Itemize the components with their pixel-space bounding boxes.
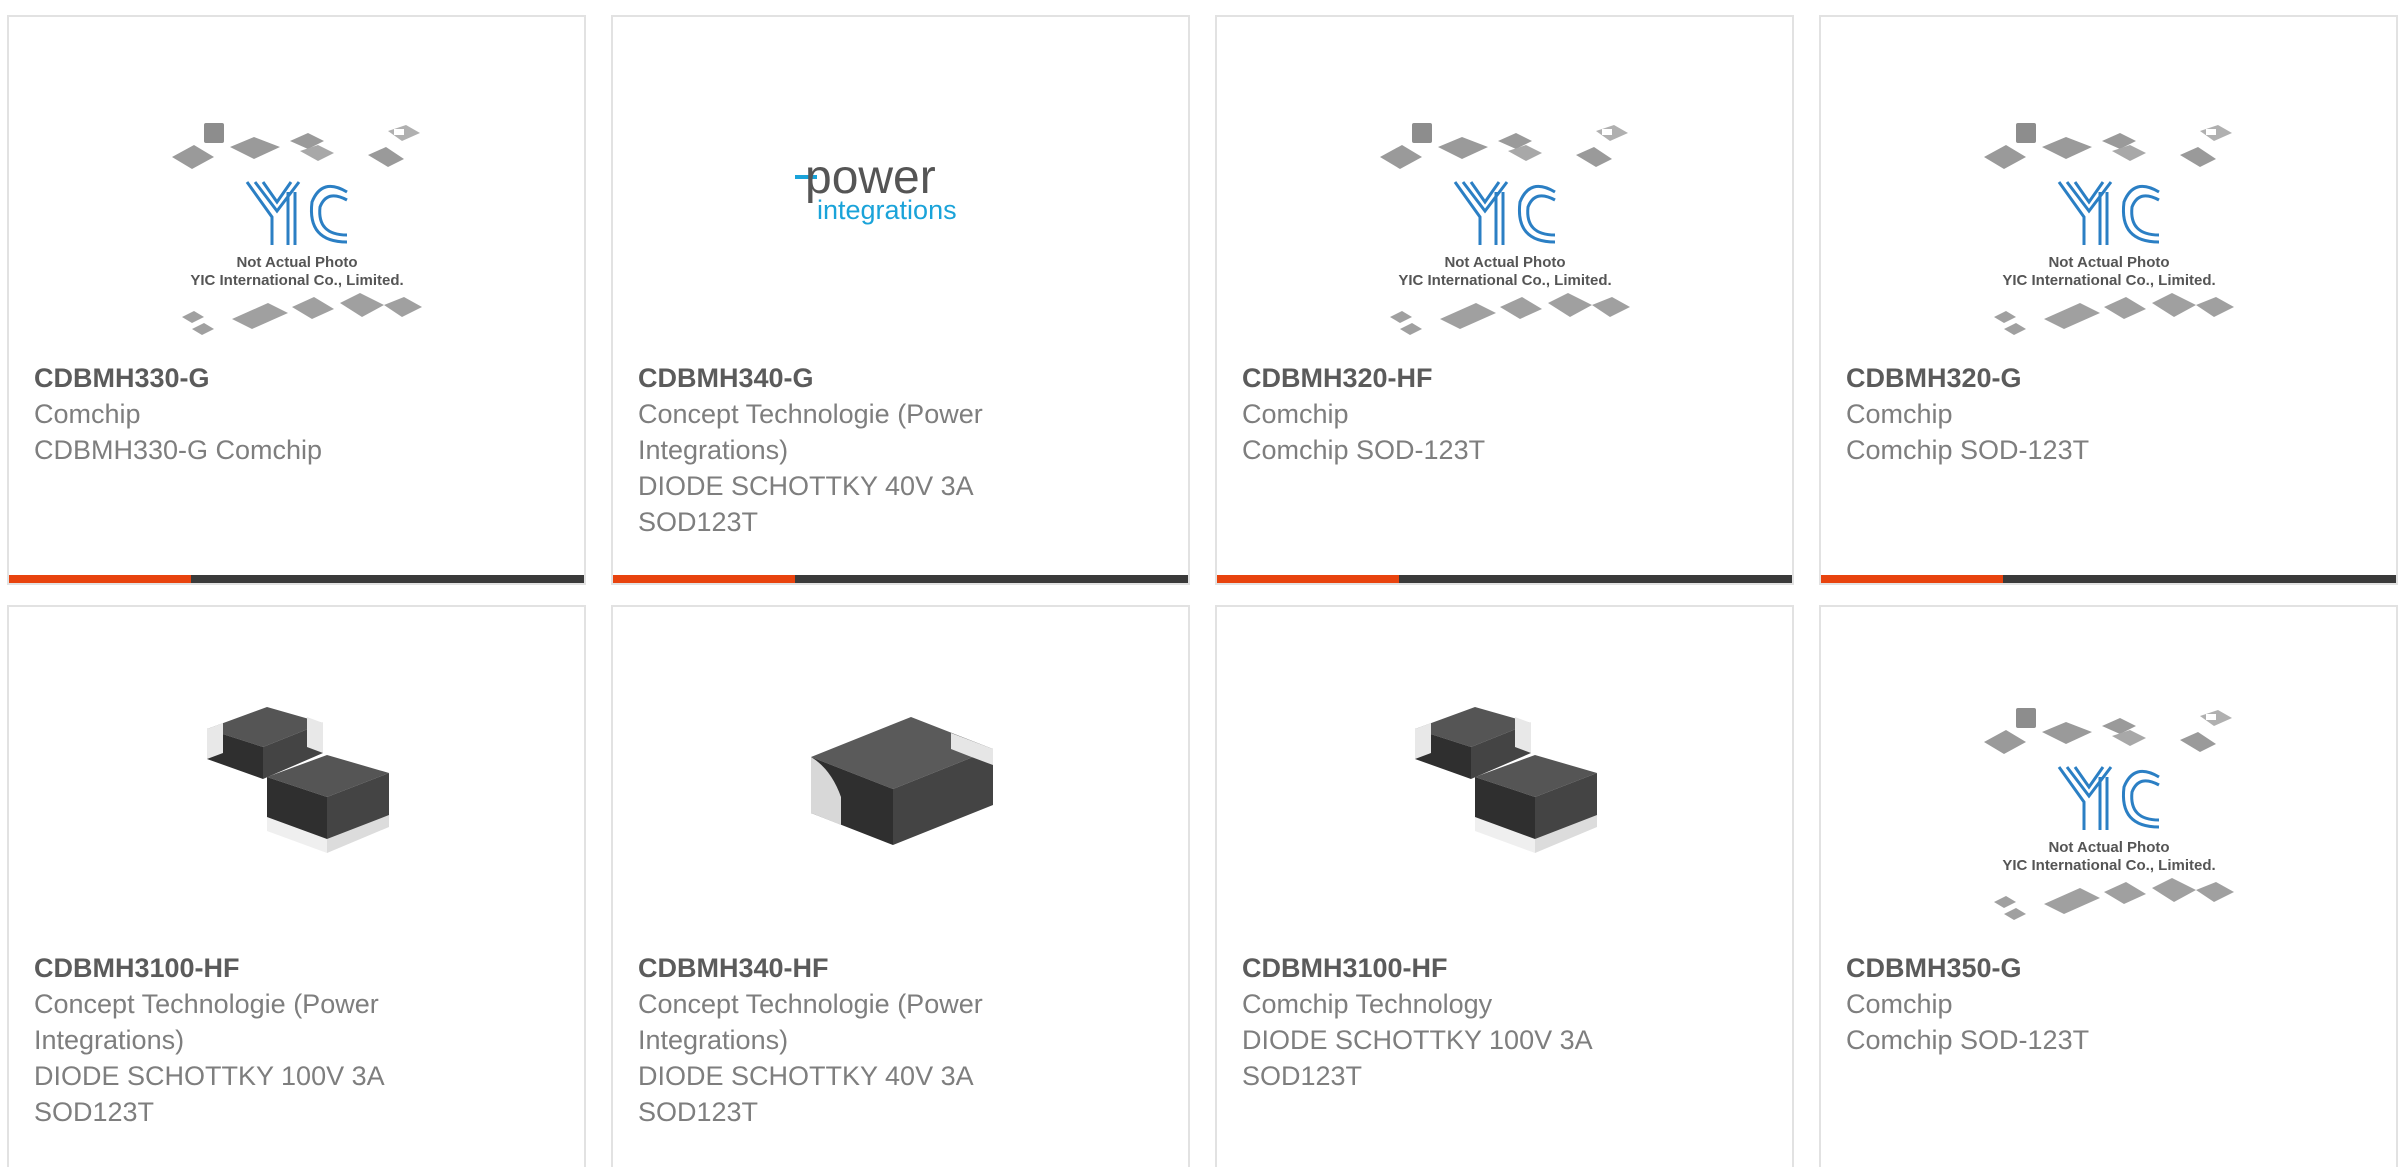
product-info: CDBMH320-G Comchip Comchip SOD-123T (1846, 360, 2286, 468)
part-number[interactable]: CDBMH320-HF (1242, 360, 1682, 396)
card-bottom-bar (613, 575, 1188, 583)
manufacturer: Comchip (34, 399, 141, 429)
product-card[interactable]: power integrations CDBMH340-G Concept Te… (611, 15, 1190, 585)
placeholder-line1: Not Actual Photo (1444, 254, 1565, 271)
product-info: CDBMH3100-HF Comchip Technology DIODE SC… (1242, 950, 1682, 1094)
placeholder-line1: Not Actual Photo (236, 254, 357, 271)
product-card[interactable]: Not Actual Photo YIC International Co., … (1819, 605, 2398, 1167)
product-image[interactable] (9, 607, 584, 952)
power-integrations-logo: power integrations (794, 151, 957, 225)
manufacturer: Comchip (1242, 399, 1349, 429)
manufacturer: Concept Technologie (Power Integrations) (638, 399, 983, 465)
product-image[interactable] (613, 607, 1188, 952)
product-card[interactable]: CDBMH340-HF Concept Technologie (Power I… (611, 605, 1190, 1167)
part-number[interactable]: CDBMH350-G (1846, 950, 2286, 986)
product-card[interactable]: Not Actual Photo YIC International Co., … (1215, 15, 1794, 585)
accent-bar (9, 575, 191, 583)
product-info: CDBMH350-G Comchip Comchip SOD-123T (1846, 950, 2286, 1058)
placeholder-line1: Not Actual Photo (2048, 254, 2169, 271)
placeholder-line2: YIC International Co., Limited. (2002, 272, 2215, 289)
manufacturer: Comchip (1846, 399, 1953, 429)
part-number[interactable]: CDBMH320-G (1846, 360, 2286, 396)
product-info: CDBMH3100-HF Concept Technologie (Power … (34, 950, 474, 1130)
product-image-placeholder[interactable]: Not Actual Photo YIC International Co., … (1217, 17, 1792, 362)
description: CDBMH330-G Comchip (34, 435, 323, 465)
accent-bar (1821, 575, 2003, 583)
part-number[interactable]: CDBMH340-HF (638, 950, 1078, 986)
card-bottom-bar (1217, 575, 1792, 583)
manufacturer: Concept Technologie (Power Integrations) (638, 989, 983, 1055)
placeholder-line2: YIC International Co., Limited. (2002, 857, 2215, 874)
card-bottom-bar (9, 575, 584, 583)
part-number[interactable]: CDBMH3100-HF (1242, 950, 1682, 986)
product-card[interactable]: Not Actual Photo YIC International Co., … (1819, 15, 2398, 585)
product-card[interactable]: Not Actual Photo YIC International Co., … (7, 15, 586, 585)
product-image-placeholder[interactable]: power integrations (613, 17, 1188, 362)
manufacturer: Concept Technologie (Power Integrations) (34, 989, 379, 1055)
yic-placeholder-image: Not Actual Photo YIC International Co., … (1379, 123, 1630, 335)
product-info: CDBMH330-G Comchip CDBMH330-G Comchip (34, 360, 474, 468)
description: DIODE SCHOTTKY 100V 3A SOD123T (34, 1061, 384, 1127)
integrations-word: integrations (817, 195, 957, 225)
product-card[interactable]: CDBMH3100-HF Comchip Technology DIODE SC… (1215, 605, 1794, 1167)
description: Comchip SOD-123T (1846, 1025, 2090, 1055)
part-number[interactable]: CDBMH340-G (638, 360, 1078, 396)
smd-diode-pair-image (1414, 707, 1597, 853)
product-info: CDBMH320-HF Comchip Comchip SOD-123T (1242, 360, 1682, 468)
placeholder-line2: YIC International Co., Limited. (1398, 272, 1611, 289)
yic-placeholder-image: Not Actual Photo YIC International Co., … (171, 123, 422, 335)
product-card[interactable]: CDBMH3100-HF Concept Technologie (Power … (7, 605, 586, 1167)
part-number[interactable]: CDBMH3100-HF (34, 950, 474, 986)
part-number[interactable]: CDBMH330-G (34, 360, 474, 396)
smd-diode-pair-image (206, 707, 389, 853)
card-bottom-bar (1821, 575, 2396, 583)
yic-placeholder-image: Not Actual Photo YIC International Co., … (1983, 123, 2234, 335)
manufacturer: Comchip (1846, 989, 1953, 1019)
accent-bar (613, 575, 795, 583)
placeholder-line2: YIC International Co., Limited. (190, 272, 403, 289)
product-image[interactable] (1217, 607, 1792, 952)
product-info: CDBMH340-HF Concept Technologie (Power I… (638, 950, 1078, 1130)
description: DIODE SCHOTTKY 40V 3A SOD123T (638, 1061, 973, 1127)
description: Comchip SOD-123T (1242, 435, 1486, 465)
product-image-placeholder[interactable]: Not Actual Photo YIC International Co., … (1821, 17, 2396, 362)
manufacturer: Comchip Technology (1242, 989, 1493, 1019)
product-info: CDBMH340-G Concept Technologie (Power In… (638, 360, 1078, 540)
product-image-placeholder[interactable]: Not Actual Photo YIC International Co., … (9, 17, 584, 362)
description: DIODE SCHOTTKY 40V 3A SOD123T (638, 471, 973, 537)
description: Comchip SOD-123T (1846, 435, 2090, 465)
smd-diode-single-image (810, 717, 993, 845)
description: DIODE SCHOTTKY 100V 3A SOD123T (1242, 1025, 1592, 1091)
accent-bar (1217, 575, 1399, 583)
product-image-placeholder[interactable]: Not Actual Photo YIC International Co., … (1821, 607, 2396, 952)
placeholder-line1: Not Actual Photo (2048, 839, 2169, 856)
yic-placeholder-image: Not Actual Photo YIC International Co., … (1983, 708, 2234, 920)
